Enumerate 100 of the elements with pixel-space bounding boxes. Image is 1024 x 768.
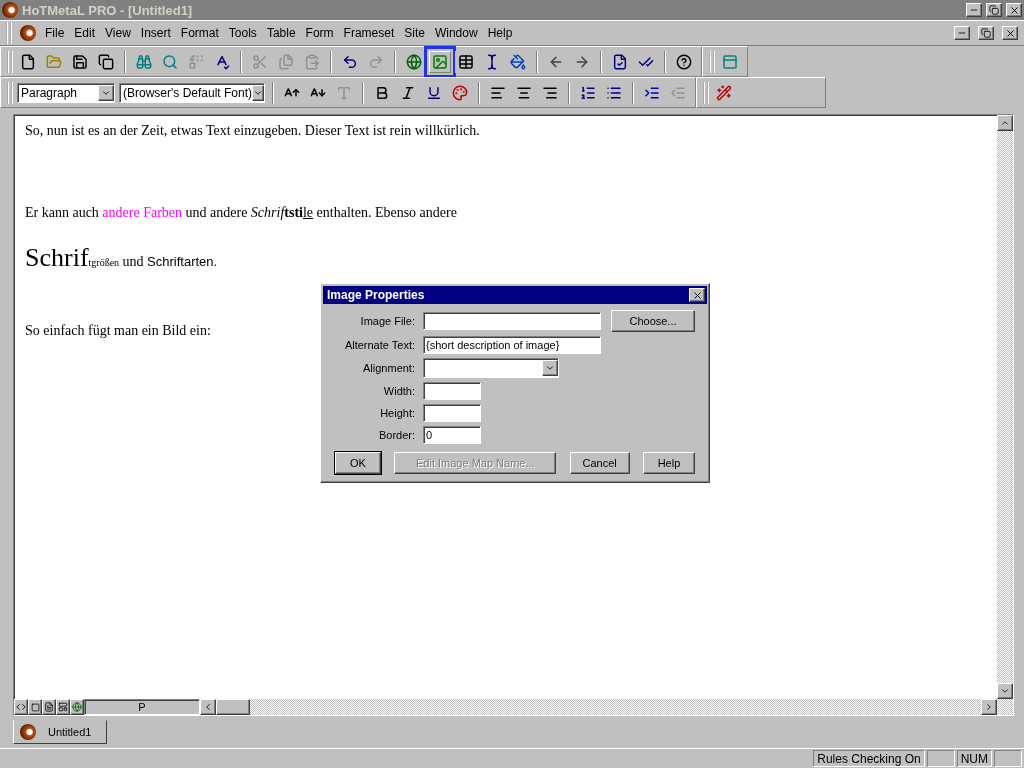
search-icon — [162, 53, 178, 70]
document-paragraph: So, nun ist es an der Zeit, etwas Text einzugeben. Dieser Text ist rein willkürlich. — [25, 123, 481, 139]
wand-icon — [716, 84, 732, 101]
scroll-right-icon — [984, 702, 994, 712]
paint-bucket-icon — [510, 53, 526, 70]
italic-icon — [400, 84, 416, 101]
dialog-button[interactable]: OK — [335, 452, 381, 474]
rectangle-icon — [30, 702, 40, 712]
tab-label: Untitled1 — [48, 726, 92, 738]
field-label: Width: — [382, 385, 415, 397]
text-field[interactable]: {short description of image} — [423, 336, 601, 354]
minimize-button[interactable] — [966, 3, 982, 17]
close-icon — [691, 289, 703, 301]
clipboard-icon — [304, 53, 320, 70]
minimize-button[interactable] — [954, 26, 970, 40]
replace-icon — [188, 53, 204, 70]
menu-item[interactable]: Help — [486, 26, 514, 40]
menu-item[interactable]: Edit — [73, 26, 97, 40]
status-panel: NUM — [956, 750, 992, 767]
image-icon — [432, 53, 448, 70]
wysiwyg-view-button[interactable] — [42, 699, 56, 715]
redo-icon — [368, 53, 384, 70]
app-logo-icon — [2, 2, 18, 18]
spellcheck-icon — [214, 53, 230, 70]
document-tab[interactable]: Untitled1 — [13, 720, 107, 744]
folder-icon — [46, 53, 62, 70]
layout-view-button[interactable] — [56, 699, 70, 715]
empty-status-panel — [926, 750, 955, 767]
menu-item[interactable]: View — [104, 26, 132, 40]
field-label: Height: — [379, 407, 415, 419]
toolbar-grip[interactable] — [7, 50, 13, 73]
font-dropdown[interactable]: (Browser's Default Font) — [119, 82, 265, 103]
restore-button[interactable] — [986, 3, 1002, 17]
table-icon — [458, 53, 474, 70]
globe-icon — [72, 702, 82, 712]
alignment-dropdown[interactable] — [423, 358, 559, 378]
empty-status-panel — [994, 750, 1022, 767]
globe-icon — [406, 53, 422, 70]
menu-item[interactable]: Table — [265, 26, 297, 40]
tags-icon — [16, 702, 26, 712]
close-icon — [1008, 4, 1020, 16]
style-dropdown[interactable]: Paragraph — [17, 82, 115, 103]
menu-item[interactable]: Site — [403, 26, 426, 40]
menu-item[interactable]: Format — [179, 26, 220, 40]
field-label: Border: — [377, 429, 415, 441]
binoculars-icon — [136, 53, 152, 70]
scroll-up-icon — [1000, 118, 1010, 128]
close-button[interactable] — [689, 288, 705, 302]
copy-icon — [278, 53, 294, 70]
scroll-thumb[interactable] — [216, 699, 250, 715]
menu-item[interactable]: Form — [304, 26, 335, 40]
tags-off-view-button[interactable] — [28, 699, 42, 715]
scroll-down-icon — [1000, 686, 1010, 696]
scroll-left-icon — [203, 702, 213, 712]
font-icon — [336, 84, 352, 101]
save-icon — [72, 53, 88, 70]
bold-icon — [374, 84, 390, 101]
number-field[interactable]: 0 — [423, 426, 481, 444]
status-panel: Rules Checking On — [813, 750, 925, 767]
toolbar-grip[interactable] — [6, 22, 12, 44]
vertical-scrollbar[interactable] — [997, 115, 1013, 699]
validate-icon — [612, 53, 628, 70]
toolbar-grip[interactable] — [703, 81, 709, 104]
field-label: Alternate Text: — [343, 339, 415, 351]
field-label: Image File: — [359, 315, 415, 327]
panel-icon — [722, 53, 738, 70]
field-label: Alignment: — [362, 362, 415, 374]
dialog-button[interactable]: Cancel — [569, 452, 630, 474]
menu-item[interactable]: Insert — [139, 26, 172, 40]
document-paragraph: Schriftgrößen und Schriftarten. — [25, 243, 219, 273]
close-button[interactable] — [1006, 3, 1022, 17]
undo-icon — [342, 53, 358, 70]
tags-view-button[interactable] — [14, 699, 28, 715]
numbered-list-icon — [580, 84, 596, 101]
dialog-button[interactable]: Help — [643, 452, 695, 474]
page-icon — [44, 702, 54, 712]
element-indicator: P — [84, 699, 200, 715]
restore-icon — [981, 28, 991, 38]
choose-button[interactable]: Choose... — [611, 310, 695, 332]
close-icon — [1004, 27, 1016, 39]
underline-icon — [426, 84, 442, 101]
help-icon — [676, 53, 692, 70]
document-logo-icon — [20, 25, 36, 41]
menu-item[interactable]: Window — [433, 26, 479, 40]
number-field[interactable] — [423, 382, 481, 400]
menu-item[interactable]: Frameset — [342, 26, 396, 40]
page-icon — [20, 53, 36, 70]
toolbar-grip[interactable] — [709, 50, 715, 73]
menu-item[interactable]: Tools — [227, 26, 258, 40]
dialog-title: Image Properties — [327, 288, 425, 302]
restore-button[interactable] — [978, 26, 994, 40]
toolbar-grip[interactable] — [7, 81, 13, 104]
number-field[interactable] — [423, 404, 481, 422]
text-field[interactable] — [423, 312, 601, 330]
palette-icon — [452, 84, 468, 101]
scissors-icon — [252, 53, 268, 70]
preview-button[interactable] — [70, 699, 84, 715]
menu-item[interactable]: File — [44, 26, 66, 40]
close-button[interactable] — [1002, 26, 1018, 40]
layout-icon — [58, 702, 68, 712]
